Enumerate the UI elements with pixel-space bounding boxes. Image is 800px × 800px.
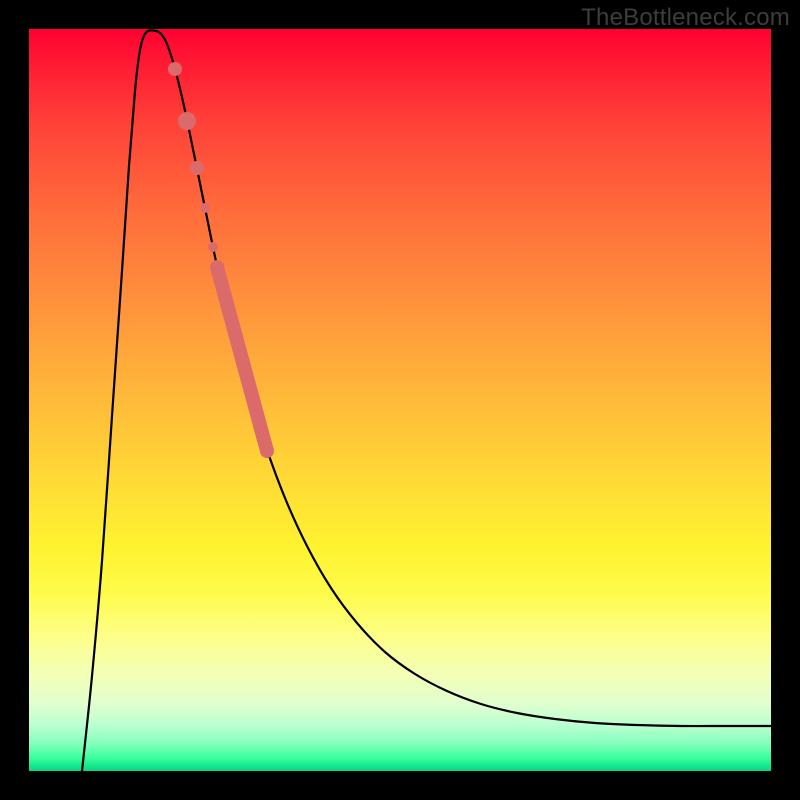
data-marker: [168, 62, 182, 76]
data-marker: [190, 161, 204, 175]
thick-marker-segment: [217, 267, 267, 451]
chart-svg: [29, 29, 771, 771]
watermark-text: TheBottleneck.com: [581, 4, 790, 32]
data-marker: [178, 112, 196, 130]
data-markers: [168, 62, 218, 252]
data-marker: [208, 242, 218, 252]
thick-segment-line: [217, 267, 267, 451]
curve-layer: [82, 30, 771, 771]
bottleneck-curve: [82, 30, 771, 771]
data-marker: [200, 203, 210, 213]
chart-frame: TheBottleneck.com: [0, 0, 800, 800]
plot-area: [29, 29, 771, 771]
